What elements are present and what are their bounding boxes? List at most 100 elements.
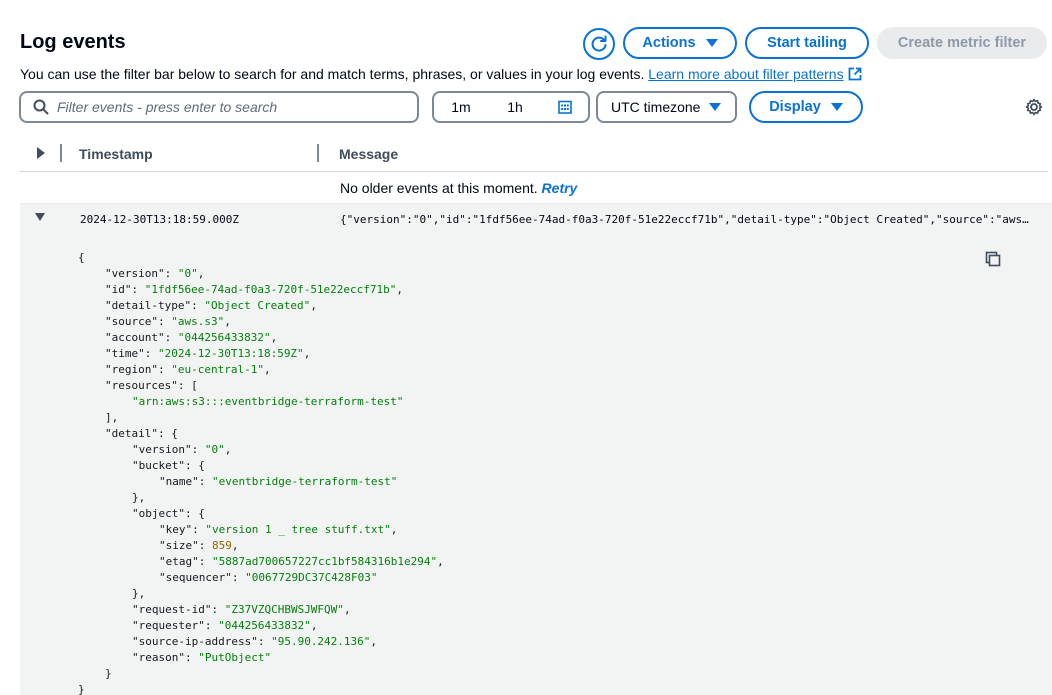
log-event-row[interactable]: 2024-12-30T13:18:59.000Z {"version":"0",… [20, 203, 1052, 695]
filter-patterns-link[interactable]: Learn more about filter patterns [648, 66, 843, 82]
refresh-icon [591, 35, 607, 52]
json-line: "request-id": "Z37VZQCHBWSJWFQW", [78, 602, 444, 618]
page-title: Log events [20, 31, 126, 53]
json-line: "region": "eu-central-1", [78, 362, 444, 378]
filter-events-search[interactable] [19, 91, 419, 123]
json-value: "0" [177, 267, 198, 280]
json-value: "Object Created" [204, 299, 311, 312]
settings-gear-icon[interactable] [1025, 98, 1043, 116]
json-key: "resources": [105, 379, 192, 392]
json-key: "id": [105, 283, 145, 296]
json-line: "version": "0", [78, 442, 444, 458]
json-value: } [78, 683, 85, 695]
json-line: }, [78, 490, 444, 506]
json-line: "object": { [78, 506, 444, 522]
json-key: "key": [159, 523, 206, 536]
json-punct: , [396, 283, 404, 296]
json-key: "source": [105, 315, 172, 328]
create-metric-filter-button[interactable]: Create metric filter [877, 27, 1047, 59]
column-header-timestamp[interactable]: Timestamp [79, 146, 153, 162]
json-punct: , [231, 539, 239, 552]
json-punct: , [437, 555, 444, 568]
display-button[interactable]: Display [749, 91, 863, 123]
json-value: }, [132, 491, 146, 504]
json-line: "size": 859, [78, 538, 444, 554]
json-key: "source-ip-address": [132, 635, 272, 648]
json-line: "bucket": { [78, 458, 444, 474]
description-text: You can use the filter bar below to sear… [20, 66, 645, 82]
json-value: } [105, 667, 112, 680]
json-line: "detail-type": "Object Created", [78, 298, 444, 314]
start-tailing-button[interactable]: Start tailing [745, 27, 869, 59]
time-range-selector[interactable]: 1m 1h [432, 91, 590, 123]
custom-range-button[interactable] [542, 100, 588, 114]
json-key: "sequencer": [159, 571, 246, 584]
actions-button-label: Actions [642, 35, 696, 51]
expand-all-caret-icon[interactable] [35, 146, 47, 160]
json-punct: , [263, 363, 271, 376]
json-key: "requester": [132, 619, 219, 632]
page-description: You can use the filter bar below to sear… [20, 66, 862, 82]
json-line: "name": "eventbridge-terraform-test" [78, 474, 444, 490]
json-line: } [78, 682, 444, 695]
json-punct: , [224, 315, 231, 328]
collapse-caret-icon[interactable] [34, 212, 46, 222]
copy-icon[interactable] [985, 251, 1001, 267]
range-1h-option[interactable]: 1h [488, 99, 542, 115]
start-tailing-label: Start tailing [767, 35, 847, 51]
refresh-button[interactable] [583, 28, 615, 60]
json-line: "source-ip-address": "95.90.242.136", [78, 634, 444, 650]
json-key: "request-id": [132, 603, 225, 616]
json-key: "time": [105, 347, 158, 360]
json-value: "2024-12-30T13:18:59Z" [157, 347, 304, 360]
json-value: "eu-central-1" [171, 363, 264, 376]
create-metric-filter-label: Create metric filter [897, 35, 1027, 51]
json-key: "etag": [159, 555, 212, 568]
external-link-icon[interactable] [848, 67, 862, 81]
json-key: "version": [132, 443, 205, 456]
column-header-message[interactable]: Message [339, 146, 398, 162]
search-input[interactable] [57, 99, 397, 115]
json-key: "detail": [105, 427, 172, 440]
no-older-events-notice: No older events at this moment. Retry [340, 180, 577, 196]
json-value: "version 1 _ tree stuff.txt" [205, 523, 391, 536]
log-events-table-header: Timestamp Message [20, 138, 1048, 172]
json-line: "id": "1fdf56ee-74ad-f0a3-720f-51e22eccf… [78, 282, 444, 298]
json-value: { [198, 459, 205, 472]
json-key: "reason": [132, 651, 199, 664]
json-line: "arn:aws:s3:::eventbridge-terraform-test… [78, 394, 444, 410]
no-older-text: No older events at this moment. [340, 180, 538, 196]
json-value: 859 [211, 539, 232, 552]
display-button-label: Display [769, 99, 821, 115]
caret-down-icon [830, 103, 843, 111]
json-key: "region": [105, 363, 172, 376]
column-separator [60, 144, 62, 162]
timezone-select[interactable]: UTC timezone [596, 91, 737, 123]
json-line: }, [78, 586, 444, 602]
calendar-icon [558, 100, 572, 114]
filter-patterns-link-label: Learn more about filter patterns [648, 66, 844, 82]
range-1m-option[interactable]: 1m [434, 99, 488, 115]
json-value: "Z37VZQCHBWSJWFQW" [224, 603, 344, 616]
actions-button[interactable]: Actions [623, 27, 737, 59]
caret-down-icon [709, 103, 721, 111]
json-value: { [171, 427, 178, 440]
retry-link[interactable]: Retry [542, 180, 578, 196]
json-key: "bucket": [132, 459, 199, 472]
json-key: "name": [159, 475, 212, 488]
json-line: "version": "0", [78, 266, 444, 282]
json-key: "version": [105, 267, 178, 280]
json-value: { [198, 507, 205, 520]
timezone-value: UTC timezone [611, 99, 701, 115]
json-punct: , [197, 267, 205, 280]
json-punct: , [224, 443, 232, 456]
json-line: "key": "version 1 _ tree stuff.txt", [78, 522, 444, 538]
json-line: "sequencer": "0067729DC37C428F03" [78, 570, 444, 586]
search-icon [33, 99, 49, 115]
json-value: "arn:aws:s3:::eventbridge-terraform-test… [132, 395, 404, 408]
json-key: "account": [105, 331, 178, 344]
json-value: "5887ad700657227cc1bf584316b1e294" [211, 555, 438, 568]
column-separator[interactable] [317, 144, 319, 162]
json-value: "1fdf56ee-74ad-f0a3-720f-51e22eccf71b" [144, 283, 397, 296]
json-line: "detail": { [78, 426, 444, 442]
